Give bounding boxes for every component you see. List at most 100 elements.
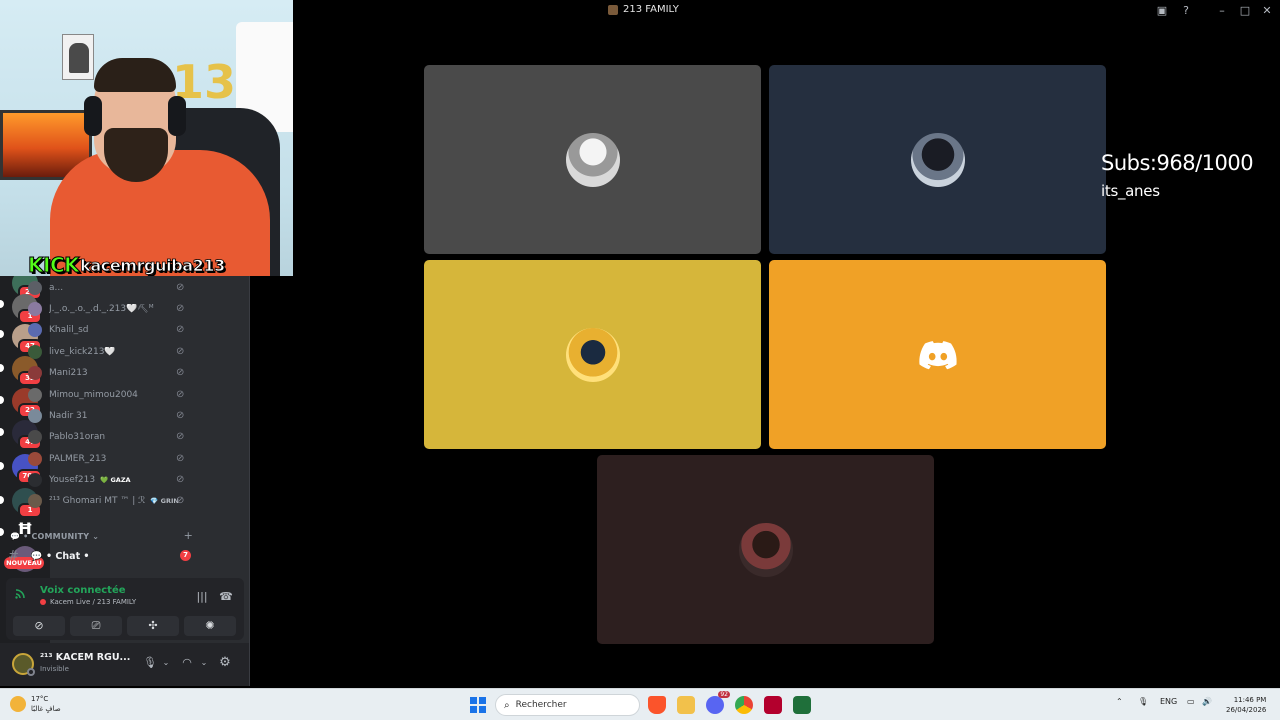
voice-member[interactable]: Pablo31oran ⊘ (28, 427, 198, 447)
activities-button[interactable]: ✣ (127, 616, 179, 636)
headphones-icon[interactable]: ◠ (180, 656, 194, 670)
voice-location[interactable]: Kacem Live / 213 FAMILY (40, 598, 136, 606)
clock[interactable]: 11:46 PM 26/04/2026 (1226, 695, 1266, 715)
channel-chat[interactable]: # 💬 • Chat • 7 (8, 548, 194, 564)
participant-tile[interactable] (424, 260, 761, 449)
weather-condition: صافٍ غالبًا (31, 705, 61, 713)
participant-avatar (738, 522, 793, 577)
camera-toggle-button[interactable]: ⊘ (13, 616, 65, 636)
member-name: Mimou_mimou2004 (49, 390, 138, 400)
avatar (28, 345, 42, 359)
participant-tile[interactable] (597, 455, 934, 644)
discord-logo-icon (918, 340, 957, 369)
voice-member[interactable]: live_kick213🤍 ⊘ (28, 342, 198, 362)
weather-widget[interactable]: 17°C صافٍ غالبًا (10, 694, 61, 714)
unread-pill (0, 496, 4, 504)
date: 26/04/2026 (1226, 706, 1267, 714)
user-name[interactable]: ²¹³ KACEM RGU... (40, 652, 130, 663)
avatar (28, 323, 42, 337)
search-placeholder: Rechercher (515, 700, 567, 710)
app-icon[interactable] (793, 696, 811, 714)
overlay-username: its_anes (1101, 182, 1160, 200)
kick-branding: KICK kacemrguiba213 (27, 253, 225, 277)
member-name: Pablo31oran (49, 432, 106, 442)
deafened-icon: ⊘ (176, 346, 185, 357)
member-name: PALMER_213 (49, 454, 107, 464)
avatar (28, 452, 42, 466)
category-label: 💬 • COMMUNITY ⌄ (10, 531, 100, 541)
voice-member[interactable]: Mani213 ⊘ (28, 363, 198, 383)
participant-tile[interactable] (769, 260, 1106, 449)
participant-tile[interactable] (769, 65, 1106, 254)
deafened-icon: ⊘ (176, 453, 185, 464)
chevron-down-icon[interactable]: ⌄ (197, 656, 211, 670)
avatar (28, 494, 42, 508)
voice-status[interactable]: Voix connectée (40, 585, 126, 596)
voice-member[interactable]: Mimou_mimou2004 ⊘ (28, 385, 198, 405)
signal-icon[interactable] (14, 586, 34, 606)
headset-icon (168, 96, 186, 136)
search-icon: ⌕ (504, 699, 510, 711)
time: 11:46 PM (1233, 696, 1267, 704)
voice-member[interactable]: PALMER_213 ⊘ (28, 449, 198, 469)
unread-pill (0, 462, 4, 470)
avatar (28, 366, 42, 380)
member-tag: 💎 GRIN (150, 497, 179, 505)
deafened-icon: ⊘ (176, 410, 185, 421)
voice-member[interactable]: ²¹³ Ghomari MT ™ | ℛ 💎 GRIN ⊘ (28, 491, 198, 511)
unread-pill (0, 396, 4, 404)
deafened-icon: ⊘ (176, 282, 185, 293)
maximize-icon[interactable]: □ (1238, 4, 1252, 18)
member-name: Mani213 (49, 368, 88, 378)
avatar (28, 409, 42, 423)
member-name: Nadir 31 (49, 411, 88, 421)
file-explorer-icon[interactable] (677, 696, 695, 714)
adobe-icon[interactable] (764, 696, 782, 714)
hash-icon: # (8, 548, 19, 564)
voice-member[interactable]: Khalil_sd ⊘ (28, 320, 198, 340)
weather-sun-icon (10, 696, 26, 712)
server-icon (608, 4, 618, 15)
screen-icon[interactable]: ▣ (1155, 4, 1169, 18)
status-dot (27, 668, 35, 676)
windows-taskbar: 17°C صافٍ غالبًا ⌕ Rechercher 92 ⌃ 🎙 ENG… (0, 688, 1280, 720)
disconnect-icon[interactable]: ☎ (218, 590, 234, 604)
chrome-icon[interactable] (735, 696, 753, 714)
channel-label: 💬 • Chat • (30, 550, 90, 562)
category-community[interactable]: 💬 • COMMUNITY ⌄ + (10, 529, 195, 543)
taskbar-search[interactable]: ⌕ Rechercher (495, 694, 640, 716)
network-icon[interactable]: ▭ (1187, 697, 1195, 706)
participant-tile[interactable] (424, 65, 761, 254)
language-indicator[interactable]: ENG (1160, 697, 1177, 706)
add-channel-icon[interactable]: + (184, 529, 193, 542)
show-hidden-icons-chevron[interactable]: ⌃ (1116, 697, 1123, 706)
deafened-icon: ⊘ (176, 389, 185, 400)
voice-member[interactable]: Nadir 31 ⊘ (28, 406, 198, 426)
deafened-icon: ⊘ (176, 431, 185, 442)
deafened-icon: ⊘ (176, 324, 185, 335)
participant-avatar (910, 132, 965, 187)
volume-icon[interactable]: 🔊 (1202, 697, 1212, 706)
member-name: live_kick213🤍 (49, 347, 116, 357)
webcam-overlay: 213 KICK kacemrguiba213 (0, 0, 293, 276)
help-icon[interactable]: ? (1179, 4, 1193, 18)
screen-share-button[interactable]: ⎚ (70, 616, 122, 636)
member-name: J._.o._.o._.d._.213🤍⛏ᴹ (49, 304, 154, 314)
noise-suppression-icon[interactable]: ||| (194, 590, 210, 604)
window-title: 213 FAMILY (608, 4, 679, 15)
close-icon[interactable]: ✕ (1260, 4, 1274, 18)
brave-browser-icon[interactable] (648, 696, 666, 714)
voice-member[interactable]: a... ⊘ (28, 278, 198, 298)
microphone-icon[interactable]: 🎙 (1138, 697, 1148, 706)
minimize-icon[interactable]: – (1215, 4, 1229, 18)
voice-member[interactable]: Yousef213 💚 GAZA ⊘ (28, 470, 198, 490)
user-status[interactable]: Invisible (40, 665, 69, 673)
settings-gear-icon[interactable]: ⚙ (218, 656, 232, 670)
microphone-icon[interactable]: 🎙 (143, 656, 157, 670)
windows-start-icon[interactable] (470, 697, 486, 713)
unread-pill (0, 330, 4, 338)
discord-app-icon[interactable]: 92 (706, 691, 730, 714)
voice-member[interactable]: J._.o._.o._.d._.213🤍⛏ᴹ ⊘ (28, 299, 198, 319)
soundboard-button[interactable]: ✺ (184, 616, 236, 636)
chevron-down-icon[interactable]: ⌄ (159, 656, 173, 670)
